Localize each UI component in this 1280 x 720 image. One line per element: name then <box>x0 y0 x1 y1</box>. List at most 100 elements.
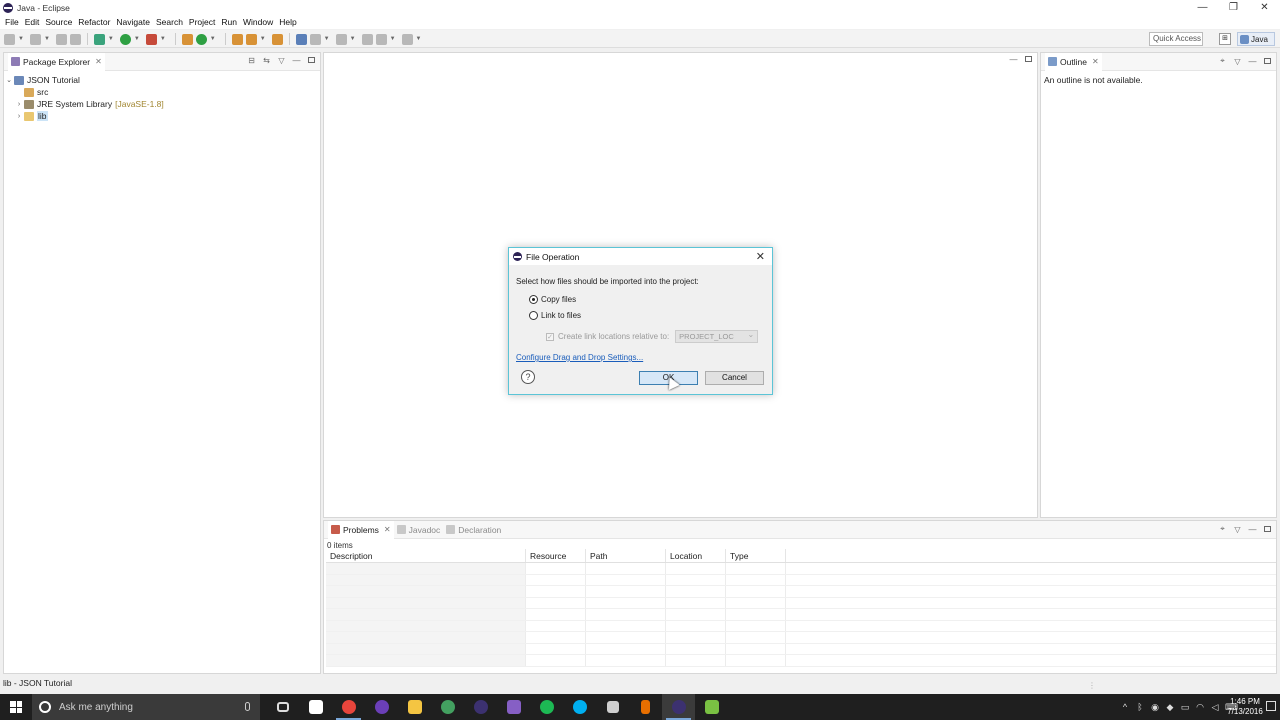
save-all-icon[interactable] <box>69 33 81 45</box>
close-icon[interactable]: ✕ <box>384 525 391 534</box>
taskbar-visual-studio[interactable] <box>497 694 530 720</box>
external-tools-icon[interactable] <box>145 33 157 45</box>
menu-project[interactable]: Project <box>186 17 218 27</box>
start-button[interactable] <box>0 694 32 720</box>
column-type[interactable]: Type <box>726 549 786 562</box>
view-menu-icon[interactable]: ▽ <box>1233 57 1242 66</box>
action-center-icon[interactable] <box>1266 701 1276 711</box>
next-annotation-icon[interactable] <box>309 33 321 45</box>
last-edit-location-icon[interactable] <box>361 33 373 45</box>
taskbar-eclipse-active[interactable] <box>662 694 695 720</box>
menu-navigate[interactable]: Navigate <box>113 17 153 27</box>
forward-icon[interactable] <box>401 33 413 45</box>
tab-problems[interactable]: Problems ✕ <box>328 520 394 539</box>
maximize-view-icon[interactable] <box>307 56 316 65</box>
link-with-editor-icon[interactable]: ⇆ <box>262 56 271 65</box>
close-icon[interactable]: ✕ <box>1092 57 1099 66</box>
tab-outline[interactable]: Outline ✕ <box>1045 52 1102 71</box>
dropdown-arrow-icon[interactable]: ▼ <box>44 36 50 42</box>
close-icon[interactable]: ✕ <box>95 57 102 66</box>
tree-item-jre[interactable]: › JRE System Library [JavaSE-1.8] <box>4 98 320 110</box>
link-files-radio[interactable] <box>529 310 538 320</box>
dropdown-arrow-icon[interactable]: ▼ <box>390 36 396 42</box>
link-files-option[interactable]: Link to files <box>529 309 764 321</box>
minimize-view-icon[interactable]: — <box>1248 57 1257 66</box>
dropdown-arrow-icon[interactable]: ▼ <box>108 36 114 42</box>
taskbar-eclipse-1[interactable] <box>464 694 497 720</box>
tree-item-lib[interactable]: › lib <box>4 110 320 122</box>
tab-package-explorer[interactable]: Package Explorer ✕ <box>8 52 105 71</box>
search-icon[interactable] <box>245 33 257 45</box>
battery-icon[interactable]: ▭ <box>1180 702 1190 713</box>
save-icon[interactable] <box>55 33 67 45</box>
volume-icon[interactable]: ◁ <box>1210 702 1220 713</box>
chevron-right-icon[interactable]: › <box>14 101 24 108</box>
new-icon[interactable] <box>4 33 15 45</box>
java-perspective-button[interactable]: Java <box>1237 32 1275 46</box>
open-perspective-icon[interactable]: ⊞ <box>1219 33 1231 45</box>
dropdown-arrow-icon[interactable]: ▼ <box>18 36 24 42</box>
chevron-right-icon[interactable]: › <box>14 113 24 120</box>
tab-declaration[interactable]: Declaration <box>443 521 504 539</box>
taskbar-file-explorer[interactable] <box>398 694 431 720</box>
maximize-view-icon[interactable] <box>1024 55 1033 64</box>
cancel-button[interactable]: Cancel <box>705 371 764 385</box>
taskbar-store[interactable] <box>299 694 332 720</box>
close-icon[interactable]: ✕ <box>756 250 765 263</box>
help-icon[interactable]: ? <box>521 370 535 384</box>
dropdown-arrow-icon[interactable]: ▼ <box>324 36 330 42</box>
copy-files-radio[interactable] <box>529 294 538 304</box>
back-icon[interactable] <box>375 33 387 45</box>
tree-item-src[interactable]: src <box>4 86 320 98</box>
steam-icon[interactable]: ◉ <box>1150 702 1160 713</box>
taskbar-notepad[interactable] <box>695 694 728 720</box>
minimize-view-icon[interactable]: — <box>1009 55 1018 64</box>
new-folder-icon[interactable] <box>29 33 41 45</box>
dropdown-arrow-icon[interactable]: ▼ <box>210 36 216 42</box>
menu-file[interactable]: File <box>2 17 22 27</box>
restore-button[interactable]: ❐ <box>1218 0 1249 15</box>
taskbar-app-green[interactable] <box>431 694 464 720</box>
tree-item-project[interactable]: ⌄ JSON Tutorial <box>4 74 320 86</box>
collapse-all-icon[interactable]: ⊟ <box>247 56 256 65</box>
dropbox-icon[interactable]: ◆ <box>1165 702 1175 713</box>
view-menu-icon[interactable]: ▽ <box>1233 525 1242 534</box>
dropdown-arrow-icon[interactable]: ▼ <box>160 36 166 42</box>
previous-annotation-icon[interactable] <box>335 33 347 45</box>
maximize-view-icon[interactable] <box>1263 525 1272 534</box>
tab-javadoc[interactable]: Javadoc <box>394 521 444 539</box>
link-files-label[interactable]: Link to files <box>541 311 581 320</box>
column-location[interactable]: Location <box>666 549 726 562</box>
view-menu-icon[interactable]: ▽ <box>277 56 286 65</box>
dropdown-arrow-icon[interactable]: ▼ <box>416 36 422 42</box>
menu-help[interactable]: Help <box>276 17 299 27</box>
taskbar-java[interactable] <box>629 694 662 720</box>
menu-run[interactable]: Run <box>218 17 240 27</box>
minimize-view-icon[interactable]: — <box>1248 525 1257 534</box>
taskbar-unity[interactable] <box>596 694 629 720</box>
taskbar-app-purple[interactable] <box>365 694 398 720</box>
microphone-icon[interactable] <box>245 702 250 711</box>
open-task-icon[interactable] <box>271 33 283 45</box>
focus-icon[interactable]: ⌖ <box>1218 524 1227 534</box>
copy-files-label[interactable]: Copy files <box>541 295 576 304</box>
open-type-icon[interactable] <box>231 33 243 45</box>
taskbar-clock[interactable]: 1:46 PM 7/13/2016 <box>1226 697 1264 717</box>
run-icon[interactable] <box>119 33 131 45</box>
drag-drop-settings-link[interactable]: Configure Drag and Drop Settings... <box>516 353 764 362</box>
menu-edit[interactable]: Edit <box>22 17 43 27</box>
task-view-button[interactable] <box>266 694 299 720</box>
taskbar-search[interactable]: Ask me anything <box>32 694 260 720</box>
menu-source[interactable]: Source <box>42 17 75 27</box>
column-resource[interactable]: Resource <box>526 549 586 562</box>
wifi-icon[interactable]: ◠ <box>1195 702 1205 713</box>
menu-refactor[interactable]: Refactor <box>75 17 113 27</box>
copy-files-option[interactable]: Copy files <box>529 293 764 305</box>
quick-access-input[interactable]: Quick Access <box>1149 32 1203 46</box>
taskbar-skype[interactable] <box>563 694 596 720</box>
minimize-view-icon[interactable]: — <box>292 56 301 65</box>
bluetooth-icon[interactable]: ᛒ <box>1135 702 1145 712</box>
dropdown-arrow-icon[interactable]: ▼ <box>260 36 266 42</box>
new-java-package-icon[interactable] <box>181 33 193 45</box>
dropdown-arrow-icon[interactable]: ▼ <box>134 36 140 42</box>
